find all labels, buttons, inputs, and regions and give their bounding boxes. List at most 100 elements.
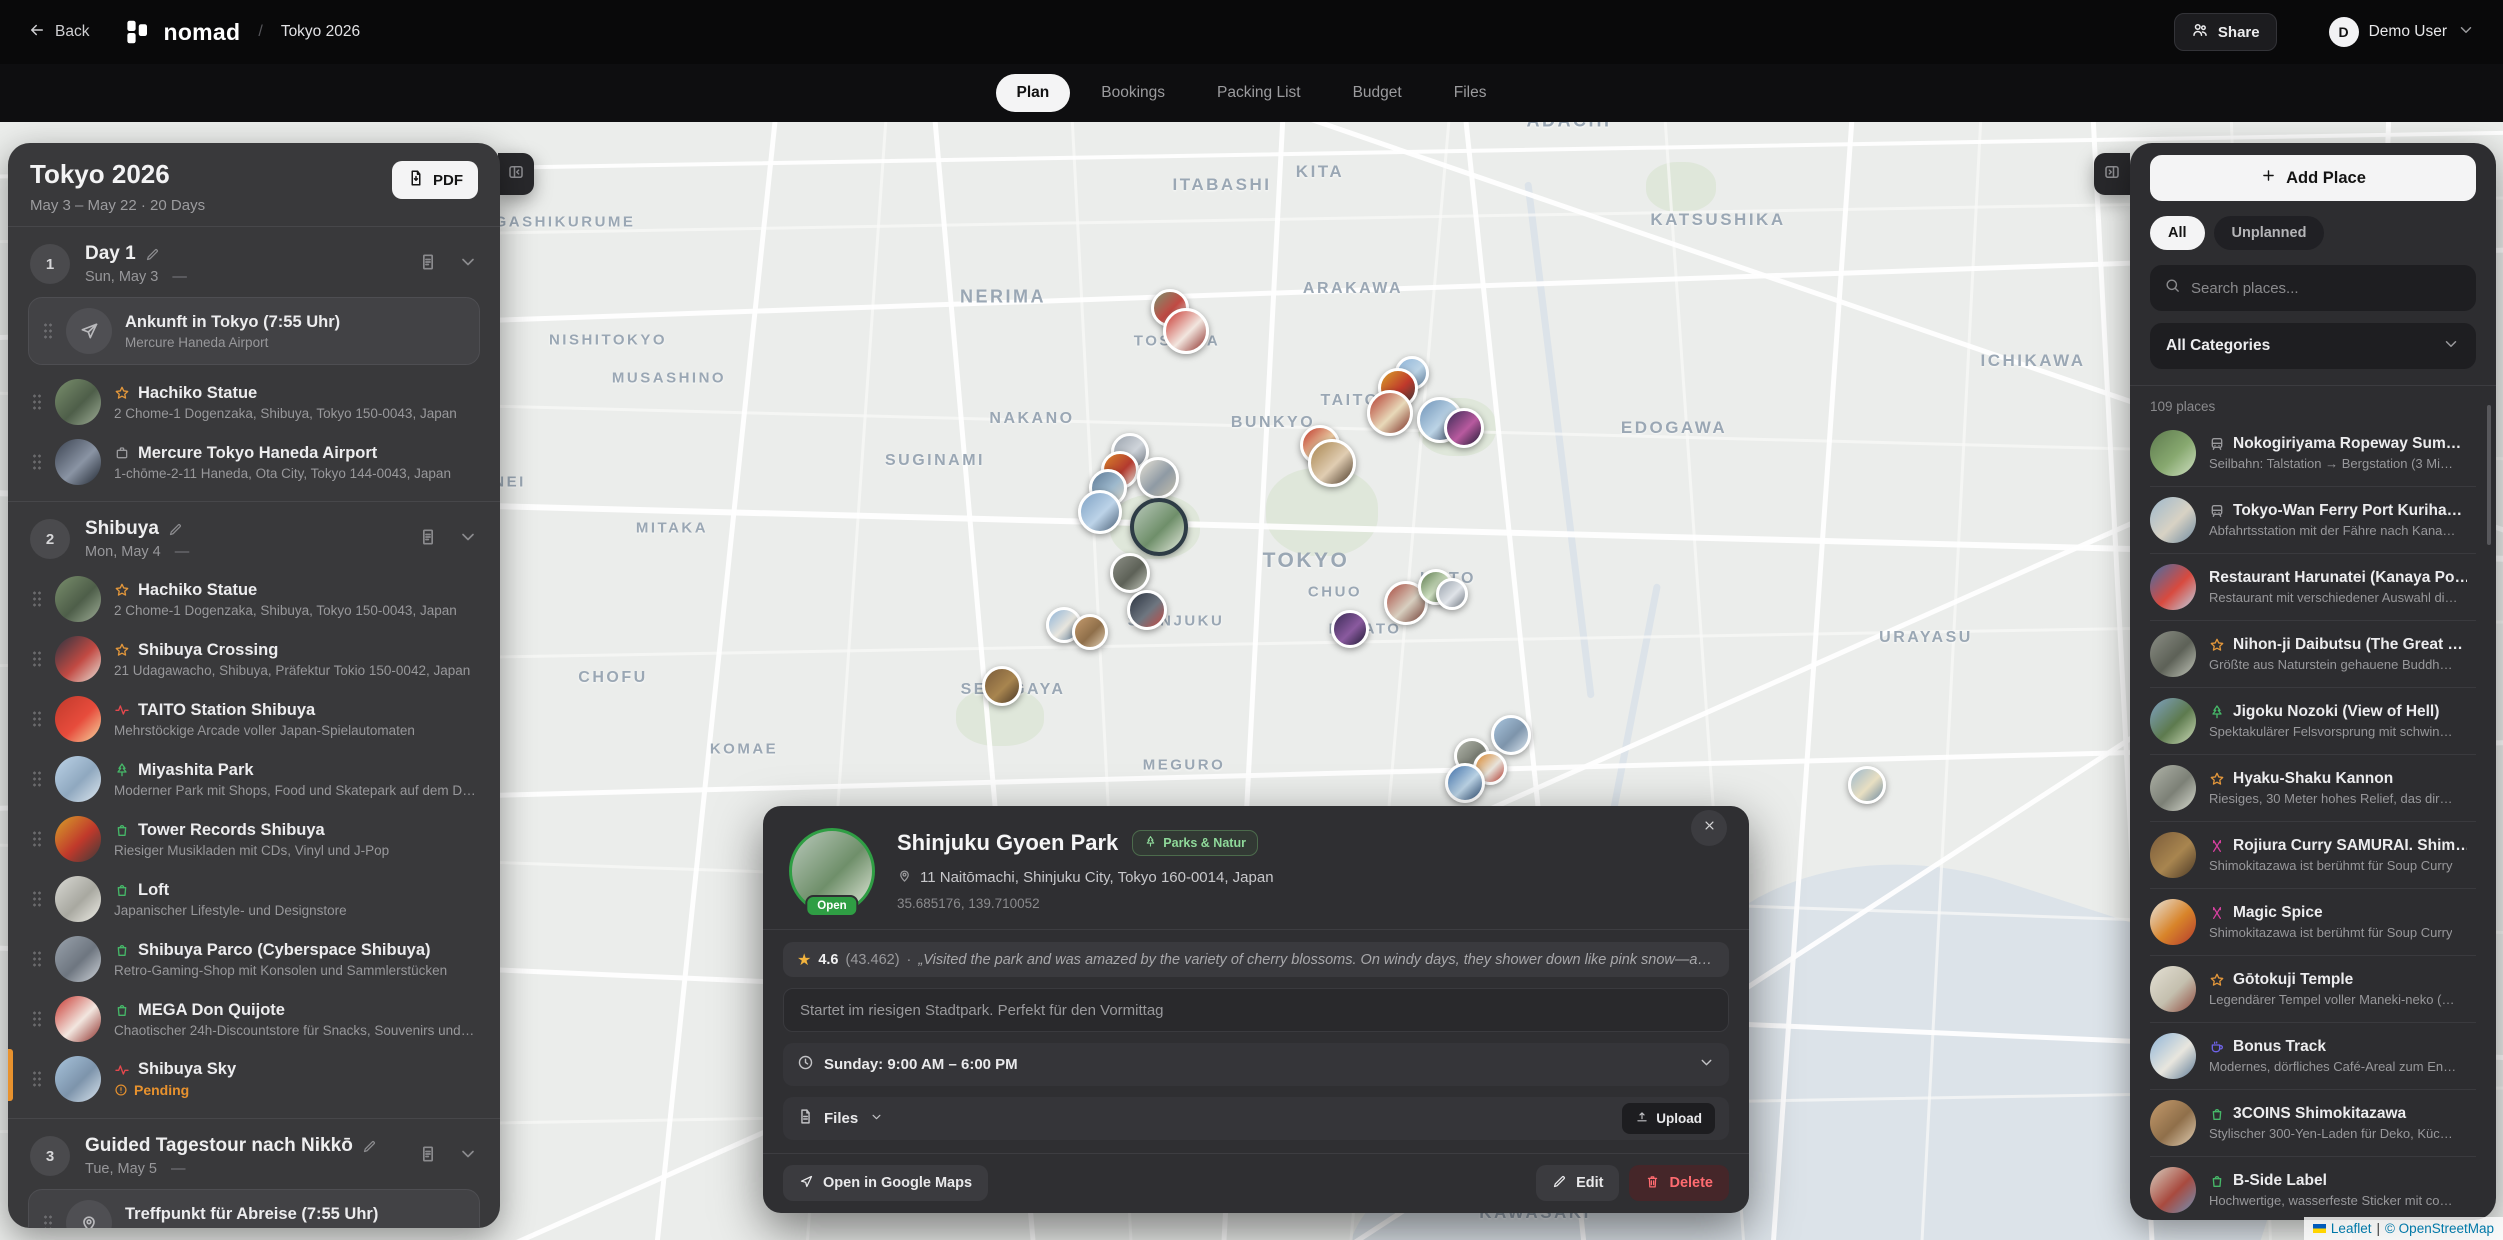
itinerary-item[interactable]: TAITO Station ShibuyaMehrstöckige Arcade… — [28, 690, 480, 748]
drag-handle[interactable] — [32, 950, 42, 968]
itinerary-item[interactable]: MEGA Don QuijoteChaotischer 24h-Discount… — [28, 990, 480, 1048]
map-marker[interactable] — [1445, 763, 1485, 803]
drag-handle[interactable] — [32, 710, 42, 728]
osm-link[interactable]: © OpenStreetMap — [2385, 1221, 2494, 1236]
drag-handle[interactable] — [32, 830, 42, 848]
map-marker[interactable] — [1331, 610, 1369, 648]
nomad-logo-icon — [123, 17, 153, 47]
itinerary-item[interactable]: Shibuya Parco (Cyberspace Shibuya)Retro-… — [28, 930, 480, 988]
day-header[interactable]: 3Guided Tagestour nach NikkōTue, May 5— — [28, 1127, 480, 1187]
map-marker[interactable] — [1137, 457, 1179, 499]
map-marker[interactable] — [1444, 408, 1484, 448]
map-district-label: NAKANO — [989, 410, 1074, 428]
itinerary-item[interactable]: Hachiko Statue2 Chome-1 Dogenzaka, Shibu… — [28, 373, 480, 431]
place-list-item[interactable]: Bonus TrackModernes, dörfliches Café-Are… — [2150, 1022, 2476, 1089]
filter-pill-all[interactable]: All — [2150, 216, 2205, 250]
close-button[interactable] — [1691, 810, 1727, 846]
place-list-item[interactable]: Nihon-ji Daibutsu (The Great …Größte aus… — [2150, 620, 2476, 687]
share-button[interactable]: Share — [2174, 13, 2277, 51]
map-marker[interactable] — [1127, 590, 1167, 630]
map-marker[interactable] — [1491, 715, 1531, 755]
drag-handle[interactable] — [32, 590, 42, 608]
itinerary-item[interactable]: Miyashita ParkModerner Park mit Shops, F… — [28, 750, 480, 808]
tab-bookings[interactable]: Bookings — [1080, 74, 1186, 112]
back-button[interactable]: Back — [28, 21, 89, 44]
drag-handle[interactable] — [43, 1214, 53, 1228]
map-marker[interactable] — [982, 666, 1022, 706]
map-marker[interactable] — [1848, 766, 1886, 804]
chevron-down-icon — [870, 1110, 884, 1128]
drag-handle[interactable] — [32, 890, 42, 908]
tab-packing-list[interactable]: Packing List — [1196, 74, 1322, 112]
map-marker[interactable] — [1436, 578, 1468, 610]
note-input[interactable] — [783, 988, 1729, 1032]
chevron-down-icon[interactable] — [458, 527, 478, 552]
day-header[interactable]: 2ShibuyaMon, May 4— — [28, 510, 480, 570]
drag-handle[interactable] — [32, 453, 42, 471]
add-place-button[interactable]: Add Place — [2150, 155, 2476, 201]
place-list-item[interactable]: Restaurant Harunatei (Kanaya Po…Restaura… — [2150, 553, 2476, 620]
place-list-item[interactable]: Magic SpiceShimokitazawa ist berühmt für… — [2150, 888, 2476, 955]
place-list-item[interactable]: Hyaku-Shaku KannonRiesiges, 30 Meter hoh… — [2150, 754, 2476, 821]
place-list-item[interactable]: B-Side LabelHochwertige, wasserfeste Sti… — [2150, 1156, 2476, 1220]
drag-handle[interactable] — [32, 393, 42, 411]
place-photo — [2150, 1100, 2196, 1146]
edit-button[interactable]: Edit — [1536, 1165, 1619, 1201]
place-list-item[interactable]: Jigoku Nozoki (View of Hell)Spektakuläre… — [2150, 687, 2476, 754]
collapse-right-panel-button[interactable] — [2094, 153, 2130, 195]
drag-handle[interactable] — [32, 770, 42, 788]
chevron-down-icon[interactable] — [458, 252, 478, 277]
day-header[interactable]: 1Day 1Sun, May 3— — [28, 235, 480, 295]
map-marker-selected[interactable] — [1130, 498, 1188, 556]
map-marker[interactable] — [1163, 308, 1209, 354]
category-filter-dropdown[interactable]: All Categories — [2150, 323, 2476, 369]
tab-plan[interactable]: Plan — [996, 74, 1071, 112]
chevron-down-icon[interactable] — [458, 1144, 478, 1169]
tab-files[interactable]: Files — [1433, 74, 1508, 112]
place-list-item[interactable]: Gōtokuji TempleLegendärer Tempel voller … — [2150, 955, 2476, 1022]
user-menu[interactable]: D Demo User — [2329, 17, 2475, 47]
map-marker[interactable] — [1308, 439, 1356, 487]
place-photo — [55, 576, 101, 622]
drag-handle[interactable] — [32, 1010, 42, 1028]
app-root: HIGASHIKURUMEADACHIITABASHIKITAKATSUSHIK… — [0, 0, 2503, 1240]
place-list-item[interactable]: Tokyo-Wan Ferry Port Kuriha…Abfahrtsstat… — [2150, 486, 2476, 553]
scrollbar-thumb[interactable] — [2487, 405, 2491, 545]
nomad-logo[interactable]: nomad — [123, 17, 240, 47]
drag-handle[interactable] — [43, 322, 53, 340]
drag-handle[interactable] — [32, 650, 42, 668]
map-marker[interactable] — [1072, 614, 1108, 650]
place-list-item[interactable]: 3COINS ShimokitazawaStylischer 300-Yen-L… — [2150, 1089, 2476, 1156]
search-input[interactable] — [2191, 280, 2462, 297]
plane-icon — [66, 308, 112, 354]
upload-button[interactable]: Upload — [1622, 1103, 1715, 1134]
opening-hours-row[interactable]: Sunday: 9:00 AM – 6:00 PM — [783, 1043, 1729, 1086]
filter-pill-unplanned[interactable]: Unplanned — [2214, 216, 2325, 250]
itinerary-item[interactable]: Tower Records ShibuyaRiesiger Musikladen… — [28, 810, 480, 868]
tab-budget[interactable]: Budget — [1332, 74, 1423, 112]
map-marker[interactable] — [1110, 553, 1150, 593]
itinerary-item[interactable]: Shibuya SkyPending — [28, 1050, 480, 1108]
drag-handle[interactable] — [32, 1070, 42, 1088]
files-row[interactable]: Files Upload — [783, 1097, 1729, 1140]
day-notes-icon — [418, 1144, 438, 1169]
itinerary-item[interactable]: LoftJapanischer Lifestyle- und Designsto… — [28, 870, 480, 928]
panel-collapse-left-icon — [507, 163, 525, 186]
map-district-label: NERIMA — [960, 287, 1046, 308]
itinerary-item[interactable]: Shibuya Crossing21 Udagawacho, Shibuya, … — [28, 630, 480, 688]
leaflet-link[interactable]: Leaflet — [2331, 1221, 2372, 1236]
day-date: Sun, May 3 — [85, 269, 158, 285]
export-pdf-button[interactable]: PDF — [392, 161, 478, 199]
place-list-item[interactable]: Rojiura Curry SAMURAI. Shim…Shimokitazaw… — [2150, 821, 2476, 888]
delete-button[interactable]: Delete — [1629, 1165, 1729, 1201]
itinerary-item[interactable]: Treffpunkt für Abreise (7:55 Uhr)Bus Ter… — [28, 1189, 480, 1228]
collapse-left-panel-button[interactable] — [498, 153, 534, 195]
open-google-maps-button[interactable]: Open in Google Maps — [783, 1165, 988, 1201]
place-list-item[interactable]: Nokogiriyama Ropeway Sum…Seilbahn: Talst… — [2150, 420, 2476, 486]
rating-review-bar[interactable]: ★ 4.6 (43.462) · „Visited the park and w… — [783, 942, 1729, 977]
map-marker[interactable] — [1078, 490, 1122, 534]
itinerary-item[interactable]: Ankunft in Tokyo (7:55 Uhr)Mercure Haned… — [28, 297, 480, 365]
map-marker[interactable] — [1367, 390, 1413, 436]
itinerary-item[interactable]: Mercure Tokyo Haneda Airport1-chōme-2-11… — [28, 433, 480, 491]
itinerary-item[interactable]: Hachiko Statue2 Chome-1 Dogenzaka, Shibu… — [28, 570, 480, 628]
